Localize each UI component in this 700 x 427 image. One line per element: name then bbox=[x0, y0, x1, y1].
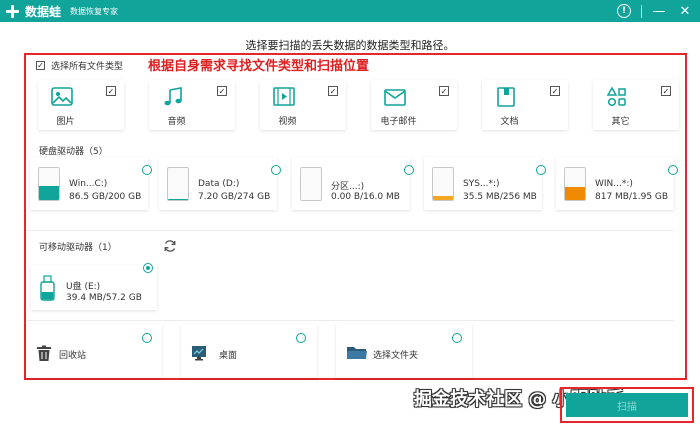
section-divider bbox=[26, 230, 674, 231]
location-radio[interactable] bbox=[452, 333, 462, 343]
location-desktop[interactable]: 桌面 bbox=[181, 324, 317, 378]
drive-name: Win...C:) bbox=[69, 179, 108, 189]
drive-card[interactable]: Win...C:) 86.5 GB/200 GB bbox=[30, 157, 152, 210]
desktop-icon bbox=[192, 346, 206, 361]
checkbox-checked-icon: ✓ bbox=[328, 86, 338, 96]
app-logo: 数据蛙 数据恢复专家 bbox=[5, 3, 118, 20]
close-icon: ✕ bbox=[679, 3, 691, 19]
help-icon: ! bbox=[617, 4, 631, 18]
image-icon bbox=[51, 87, 73, 106]
drive-icon bbox=[167, 167, 189, 201]
select-all-label: 选择所有文件类型 bbox=[51, 62, 124, 72]
recycle-bin-icon bbox=[37, 345, 51, 361]
logo-plus-icon bbox=[5, 4, 20, 19]
refresh-icon[interactable] bbox=[163, 239, 177, 253]
select-all-checkbox[interactable]: ✓ 选择所有文件类型 bbox=[36, 59, 123, 72]
file-type-label: 文档 bbox=[500, 117, 519, 127]
drive-name: 分区...:) bbox=[331, 182, 365, 192]
title-separator bbox=[641, 4, 642, 18]
app-name: 数据蛙 bbox=[25, 4, 62, 19]
drive-radio[interactable] bbox=[142, 165, 152, 175]
close-button[interactable]: ✕ bbox=[676, 2, 694, 20]
scan-button-highlight: 扫描 bbox=[560, 387, 694, 423]
document-icon bbox=[497, 87, 515, 107]
drive-size: 7.20 GB/274 GB bbox=[198, 192, 271, 202]
checkbox-checked-icon: ✓ bbox=[550, 86, 560, 96]
drive-radio[interactable] bbox=[404, 165, 414, 175]
location-recycle-bin[interactable]: 回收站 bbox=[26, 324, 162, 378]
email-icon bbox=[384, 89, 406, 106]
drive-icon bbox=[564, 167, 586, 201]
checkbox-checked-icon: ✓ bbox=[36, 60, 45, 70]
location-choose-folder[interactable]: 选择文件夹 bbox=[336, 324, 472, 378]
location-radio[interactable] bbox=[142, 333, 152, 343]
other-icon bbox=[606, 86, 626, 107]
title-bar: 数据蛙 数据恢复专家 ! — ✕ bbox=[0, 0, 700, 22]
drive-radio[interactable] bbox=[536, 165, 546, 175]
drive-usage-fill bbox=[565, 186, 585, 200]
checkbox-checked-icon: ✓ bbox=[217, 86, 227, 96]
drive-name: WIN...*:) bbox=[595, 179, 633, 189]
scan-button[interactable]: 扫描 bbox=[566, 393, 688, 417]
location-label: 选择文件夹 bbox=[373, 351, 419, 361]
file-type-audio[interactable]: ✓ 音频 bbox=[149, 80, 235, 130]
drive-card[interactable]: Data (D:) 7.20 GB/274 GB bbox=[159, 157, 281, 210]
folder-icon bbox=[347, 347, 367, 359]
help-button[interactable]: ! bbox=[615, 2, 633, 20]
file-type-label: 音频 bbox=[167, 117, 186, 127]
drive-name: SYS...*:) bbox=[463, 179, 500, 189]
removable-drives-title: 可移动驱动器（1） bbox=[39, 243, 117, 253]
drive-radio[interactable] bbox=[668, 165, 678, 175]
drive-radio[interactable] bbox=[271, 165, 281, 175]
hard-drives-title: 硬盘驱动器（5） bbox=[39, 147, 108, 157]
scan-button-label: 扫描 bbox=[617, 401, 637, 413]
file-type-video[interactable]: ✓ 视频 bbox=[260, 80, 346, 130]
file-type-image[interactable]: ✓ 图片 bbox=[38, 80, 124, 130]
drive-card[interactable]: WIN...*:) 817 MB/1.95 GB bbox=[556, 157, 678, 210]
drive-size: 86.5 GB/200 GB bbox=[69, 192, 142, 202]
file-type-label: 图片 bbox=[56, 117, 75, 127]
file-type-email[interactable]: ✓ 电子邮件 bbox=[371, 80, 457, 130]
drive-card[interactable]: 分区...:) 0.00 B/16.0 MB bbox=[292, 157, 414, 210]
drive-card[interactable]: SYS...*:) 35.5 MB/256 MB bbox=[424, 157, 546, 210]
checkbox-checked-icon: ✓ bbox=[661, 86, 671, 96]
drive-size: 0.00 B/16.0 MB bbox=[331, 192, 400, 202]
drive-size: 39.4 MB/57.2 GB bbox=[66, 293, 142, 303]
usb-drive-card[interactable]: U盘 (E:) 39.4 MB/57.2 GB bbox=[31, 263, 157, 310]
location-label: 桌面 bbox=[219, 351, 238, 361]
location-radio[interactable] bbox=[296, 333, 306, 343]
section-divider bbox=[26, 320, 674, 321]
app-subtitle: 数据恢复专家 bbox=[70, 6, 119, 16]
usb-drive-radio-selected[interactable] bbox=[143, 263, 153, 273]
minimize-button[interactable]: — bbox=[650, 2, 668, 20]
drive-size: 35.5 MB/256 MB bbox=[463, 192, 537, 202]
file-type-label: 视频 bbox=[278, 117, 297, 127]
file-type-other[interactable]: ✓ 其它 bbox=[593, 80, 679, 130]
checkbox-checked-icon: ✓ bbox=[439, 86, 449, 96]
location-label: 回收站 bbox=[59, 351, 87, 361]
usb-drive-icon bbox=[40, 275, 55, 301]
drive-usage-fill bbox=[39, 186, 59, 200]
page-heading: 选择要扫描的丢失数据的数据类型和路径。 bbox=[245, 39, 455, 52]
drive-icon bbox=[300, 167, 322, 201]
file-type-label: 其它 bbox=[611, 117, 630, 127]
video-icon bbox=[273, 87, 295, 106]
drive-size: 817 MB/1.95 GB bbox=[595, 192, 669, 202]
file-type-label: 电子邮件 bbox=[380, 117, 417, 127]
checkbox-checked-icon: ✓ bbox=[106, 86, 116, 96]
file-type-document[interactable]: ✓ 文档 bbox=[482, 80, 568, 130]
drive-name: Data (D:) bbox=[198, 179, 240, 189]
drive-name: U盘 (E:) bbox=[66, 282, 101, 292]
drive-icon bbox=[38, 167, 60, 201]
drive-usage-fill bbox=[433, 195, 453, 200]
drive-icon bbox=[432, 167, 454, 201]
minimize-icon: — bbox=[652, 3, 666, 19]
drive-usage-fill bbox=[168, 199, 188, 200]
music-icon bbox=[164, 87, 182, 106]
annotation-text: 根据自身需求寻找文件类型和扫描位置 bbox=[148, 59, 370, 74]
